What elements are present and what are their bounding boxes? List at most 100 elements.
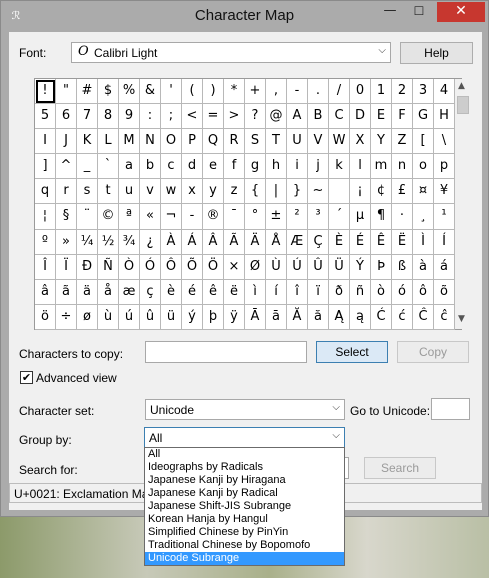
character-cell[interactable]: !	[35, 79, 56, 105]
character-cell[interactable]: °	[245, 204, 266, 230]
character-cell[interactable]: ÿ	[224, 304, 245, 330]
character-cell[interactable]: â	[35, 279, 56, 305]
character-cell[interactable]: þ	[203, 304, 224, 330]
character-cell[interactable]: ¡	[350, 179, 371, 205]
character-cell[interactable]: Q	[203, 129, 224, 155]
character-cell[interactable]: ©	[98, 204, 119, 230]
character-cell[interactable]: Ý	[350, 254, 371, 280]
character-cell[interactable]: Y	[371, 129, 392, 155]
character-cell[interactable]: ą	[350, 304, 371, 330]
character-cell[interactable]	[329, 179, 350, 205]
character-cell[interactable]: 3	[413, 79, 434, 105]
minimize-button[interactable]: —	[377, 2, 403, 22]
grid-scrollbar[interactable]: ▲ ▼	[455, 79, 471, 329]
character-cell[interactable]: µ	[350, 204, 371, 230]
character-cell[interactable]: X	[350, 129, 371, 155]
character-cell[interactable]: ;	[161, 104, 182, 130]
character-cell[interactable]: ï	[308, 279, 329, 305]
character-cell[interactable]: ¥	[434, 179, 455, 205]
character-cell[interactable]: v	[140, 179, 161, 205]
character-cell[interactable]: J	[56, 129, 77, 155]
character-cell[interactable]: a	[119, 154, 140, 180]
character-cell[interactable]: ù	[98, 304, 119, 330]
character-cell[interactable]: ö	[35, 304, 56, 330]
character-cell[interactable]: n	[392, 154, 413, 180]
character-cell[interactable]: é	[182, 279, 203, 305]
character-cell[interactable]: R	[224, 129, 245, 155]
character-cell[interactable]: »	[56, 229, 77, 255]
chevron-up-icon[interactable]: ▲	[458, 81, 465, 91]
character-cell[interactable]: W	[329, 129, 350, 155]
character-cell[interactable]: æ	[119, 279, 140, 305]
character-cell[interactable]: Ô	[161, 254, 182, 280]
character-cell[interactable]: }	[287, 179, 308, 205]
character-cell[interactable]: o	[413, 154, 434, 180]
character-cell[interactable]: Ú	[287, 254, 308, 280]
character-cell[interactable]: U	[287, 129, 308, 155]
character-cell[interactable]: î	[287, 279, 308, 305]
character-cell[interactable]: V	[308, 129, 329, 155]
character-cell[interactable]: (	[182, 79, 203, 105]
character-cell[interactable]: w	[161, 179, 182, 205]
character-cell[interactable]: Ã	[224, 229, 245, 255]
character-cell[interactable]: f	[224, 154, 245, 180]
character-cell[interactable]: ¨	[77, 204, 98, 230]
character-cell[interactable]: *	[224, 79, 245, 105]
character-cell[interactable]: %	[119, 79, 140, 105]
character-cell[interactable]: á	[434, 254, 455, 280]
character-cell[interactable]: _	[77, 154, 98, 180]
group-by-select[interactable]: All ⌵	[144, 427, 345, 448]
character-cell[interactable]: È	[329, 229, 350, 255]
group-by-option[interactable]: Ideographs by Radicals	[145, 461, 344, 474]
character-cell[interactable]: ¦	[35, 204, 56, 230]
character-cell[interactable]: '	[161, 79, 182, 105]
character-cell[interactable]: P	[182, 129, 203, 155]
character-cell[interactable]: Û	[308, 254, 329, 280]
character-cell[interactable]: ½	[98, 229, 119, 255]
character-cell[interactable]: y	[203, 179, 224, 205]
character-cell[interactable]: ,	[266, 79, 287, 105]
character-cell[interactable]: s	[77, 179, 98, 205]
character-cell[interactable]: Ó	[140, 254, 161, 280]
character-cell[interactable]: ø	[77, 304, 98, 330]
group-by-option[interactable]: Korean Hanja by Hangul	[145, 513, 344, 526]
character-cell[interactable]: e	[203, 154, 224, 180]
character-cell[interactable]: 5	[35, 104, 56, 130]
character-cell[interactable]: ¸	[413, 204, 434, 230]
character-cell[interactable]: Ā	[245, 304, 266, 330]
character-cell[interactable]: Ö	[203, 254, 224, 280]
character-cell[interactable]: à	[413, 254, 434, 280]
character-cell[interactable]: 4	[434, 79, 455, 105]
character-cell[interactable]: x	[182, 179, 203, 205]
character-cell[interactable]: Å	[266, 229, 287, 255]
character-cell[interactable]: ?	[245, 104, 266, 130]
character-cell[interactable]: |	[266, 179, 287, 205]
character-cell[interactable]: Â	[203, 229, 224, 255]
character-cell[interactable]: $	[98, 79, 119, 105]
character-cell[interactable]: ĉ	[434, 304, 455, 330]
character-cell[interactable]: T	[266, 129, 287, 155]
character-cell[interactable]: ]	[35, 154, 56, 180]
character-cell[interactable]: h	[266, 154, 287, 180]
character-cell[interactable]: K	[77, 129, 98, 155]
character-cell[interactable]: Ü	[329, 254, 350, 280]
character-cell[interactable]: =	[203, 104, 224, 130]
character-cell[interactable]: ¯	[224, 204, 245, 230]
go-to-unicode-input[interactable]	[431, 398, 470, 420]
character-cell[interactable]: [	[413, 129, 434, 155]
character-cell[interactable]: ä	[77, 279, 98, 305]
character-cell[interactable]: º	[35, 229, 56, 255]
character-cell[interactable]: +	[245, 79, 266, 105]
character-cell[interactable]: Ê	[371, 229, 392, 255]
search-button[interactable]: Search	[364, 457, 436, 479]
character-cell[interactable]: Ï	[56, 254, 77, 280]
character-cell[interactable]: l	[350, 154, 371, 180]
character-cell[interactable]: ·	[392, 204, 413, 230]
group-by-option[interactable]: Unicode Subrange	[145, 552, 344, 565]
character-cell[interactable]: Õ	[182, 254, 203, 280]
scrollbar-thumb[interactable]	[457, 96, 469, 114]
character-cell[interactable]: 8	[98, 104, 119, 130]
character-cell[interactable]: .	[308, 79, 329, 105]
character-cell[interactable]: ć	[392, 304, 413, 330]
title-bar[interactable]: ℛ Character Map — ☐ ✕	[1, 1, 488, 31]
